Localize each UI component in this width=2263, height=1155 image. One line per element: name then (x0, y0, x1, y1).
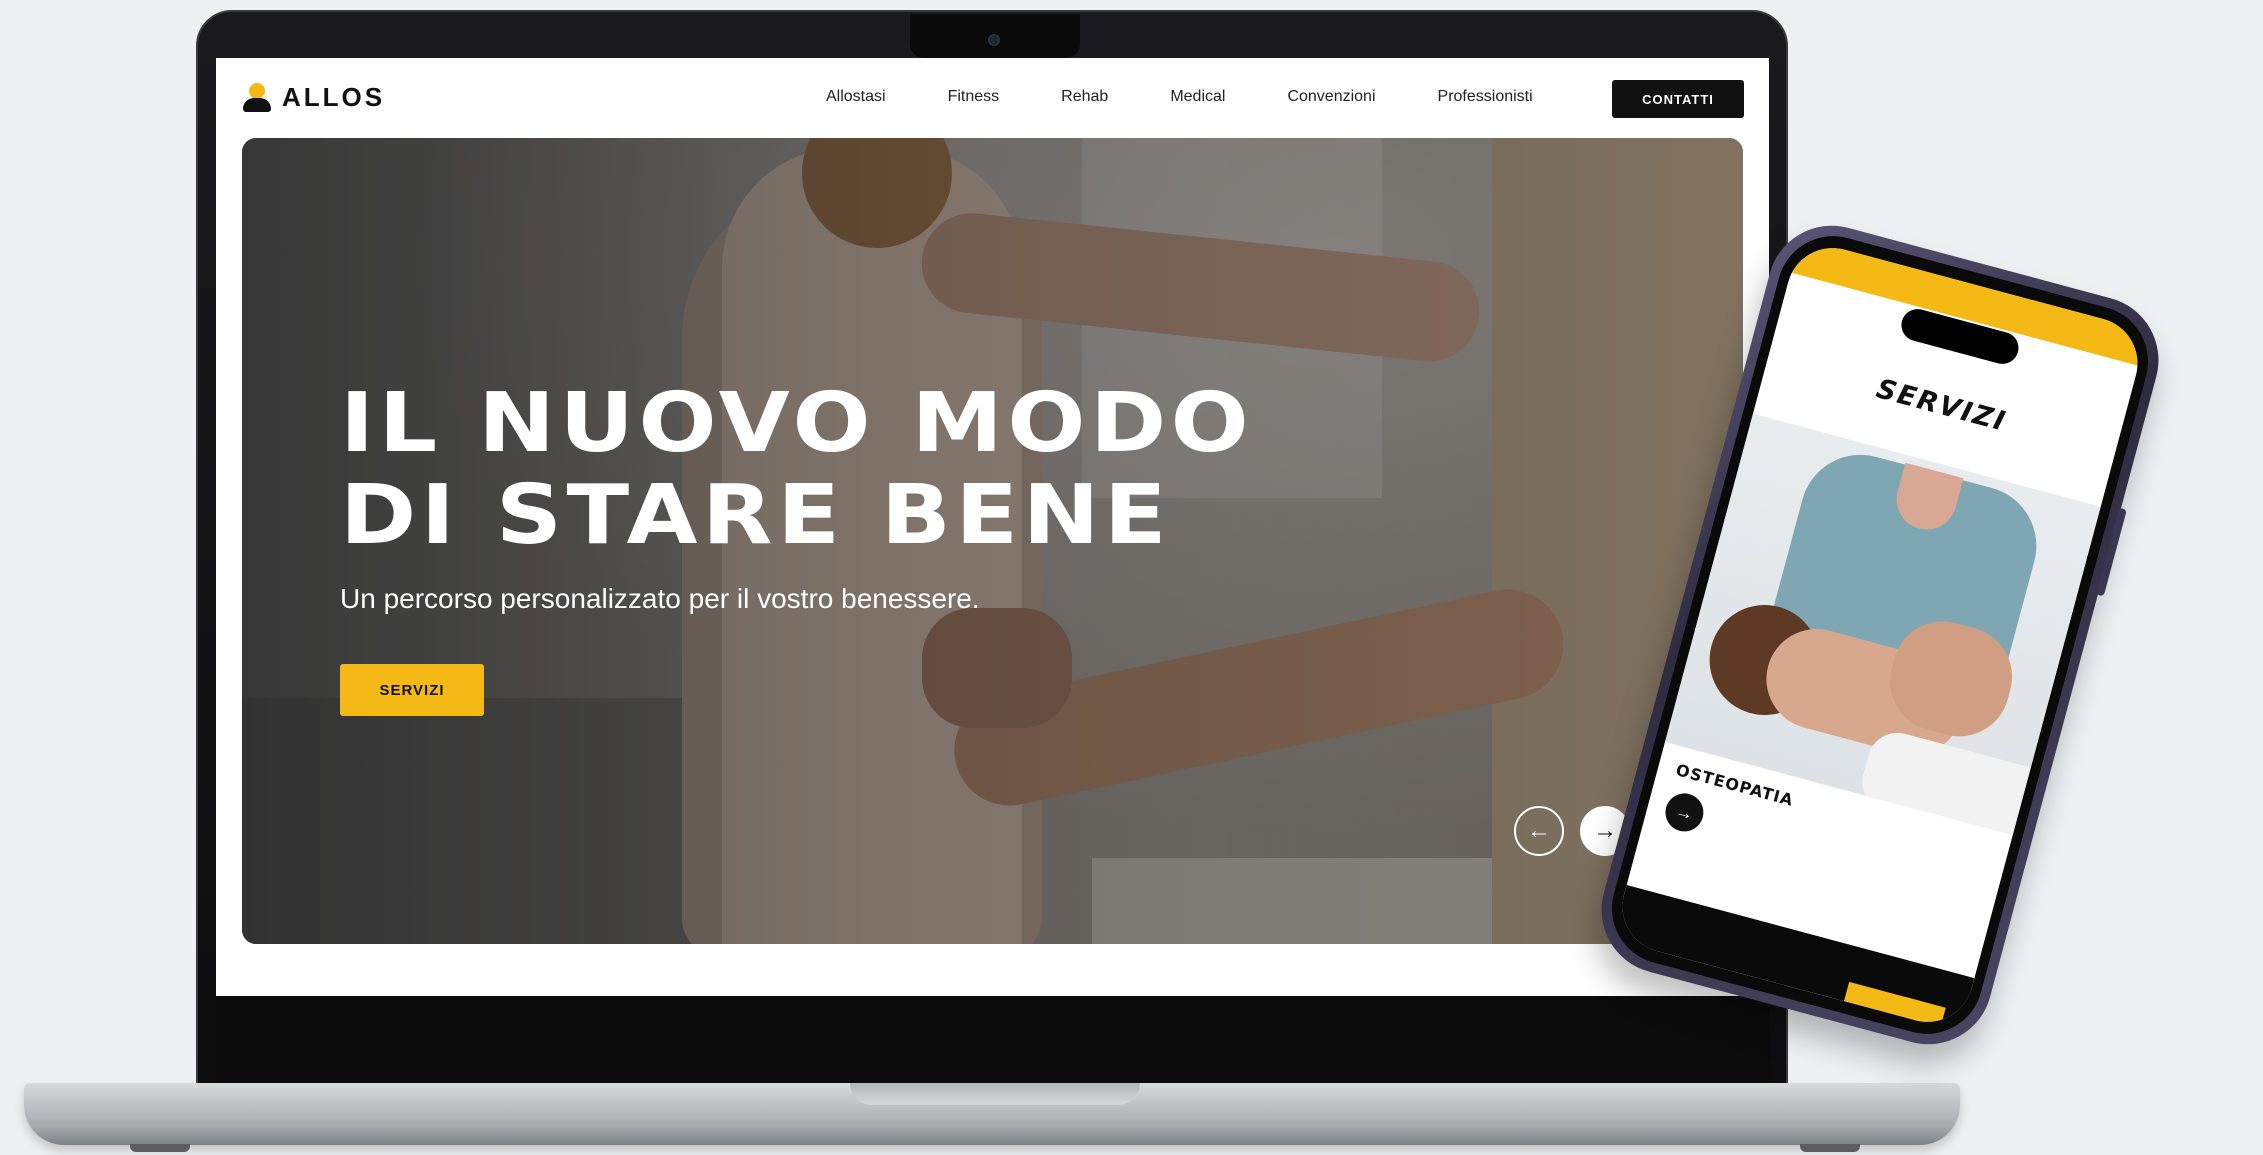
person-logo-icon (242, 82, 272, 113)
nav-item-medical[interactable]: Medical (1170, 88, 1225, 106)
hero-title-line-1: IL NUOVO MODO (340, 376, 1254, 471)
nav-item-fitness[interactable]: Fitness (948, 88, 1000, 106)
arrow-left-icon[interactable]: ← (1514, 806, 1564, 856)
main-menu: Allostasi Fitness Rehab Medical Convenzi… (826, 88, 1533, 106)
services-button[interactable]: SERVIZI (340, 664, 484, 716)
contact-button[interactable]: CONTATTI (1612, 80, 1744, 118)
site-logo[interactable]: ALLOS (242, 82, 385, 113)
laptop-screen: ALLOS Allostasi Fitness Rehab Medical Co… (216, 58, 1769, 996)
hero-title-line-2: DI STARE BENE (340, 468, 1172, 563)
camera-icon (988, 34, 1000, 46)
nav-item-professionisti[interactable]: Professionisti (1438, 88, 1533, 106)
laptop-foot (1800, 1144, 1860, 1152)
arrow-right-icon[interactable]: → (1661, 789, 1708, 836)
hero-title: IL NUOVO MODO DI STARE BENE (340, 378, 1253, 562)
hero-banner: IL NUOVO MODO DI STARE BENE Un percorso … (242, 138, 1743, 944)
laptop-opening-notch (850, 1083, 1140, 1105)
site-header: ALLOS Allostasi Fitness Rehab Medical Co… (216, 58, 1769, 138)
hero-subtitle: Un percorso personalizzato per il vostro… (340, 583, 980, 614)
nav-item-rehab[interactable]: Rehab (1061, 88, 1108, 106)
laptop-bezel (216, 996, 1769, 1084)
logo-text: ALLOS (282, 82, 386, 112)
nav-item-convenzioni[interactable]: Convenzioni (1287, 88, 1375, 106)
nav-item-allostasi[interactable]: Allostasi (826, 88, 886, 106)
laptop-foot (130, 1144, 190, 1152)
